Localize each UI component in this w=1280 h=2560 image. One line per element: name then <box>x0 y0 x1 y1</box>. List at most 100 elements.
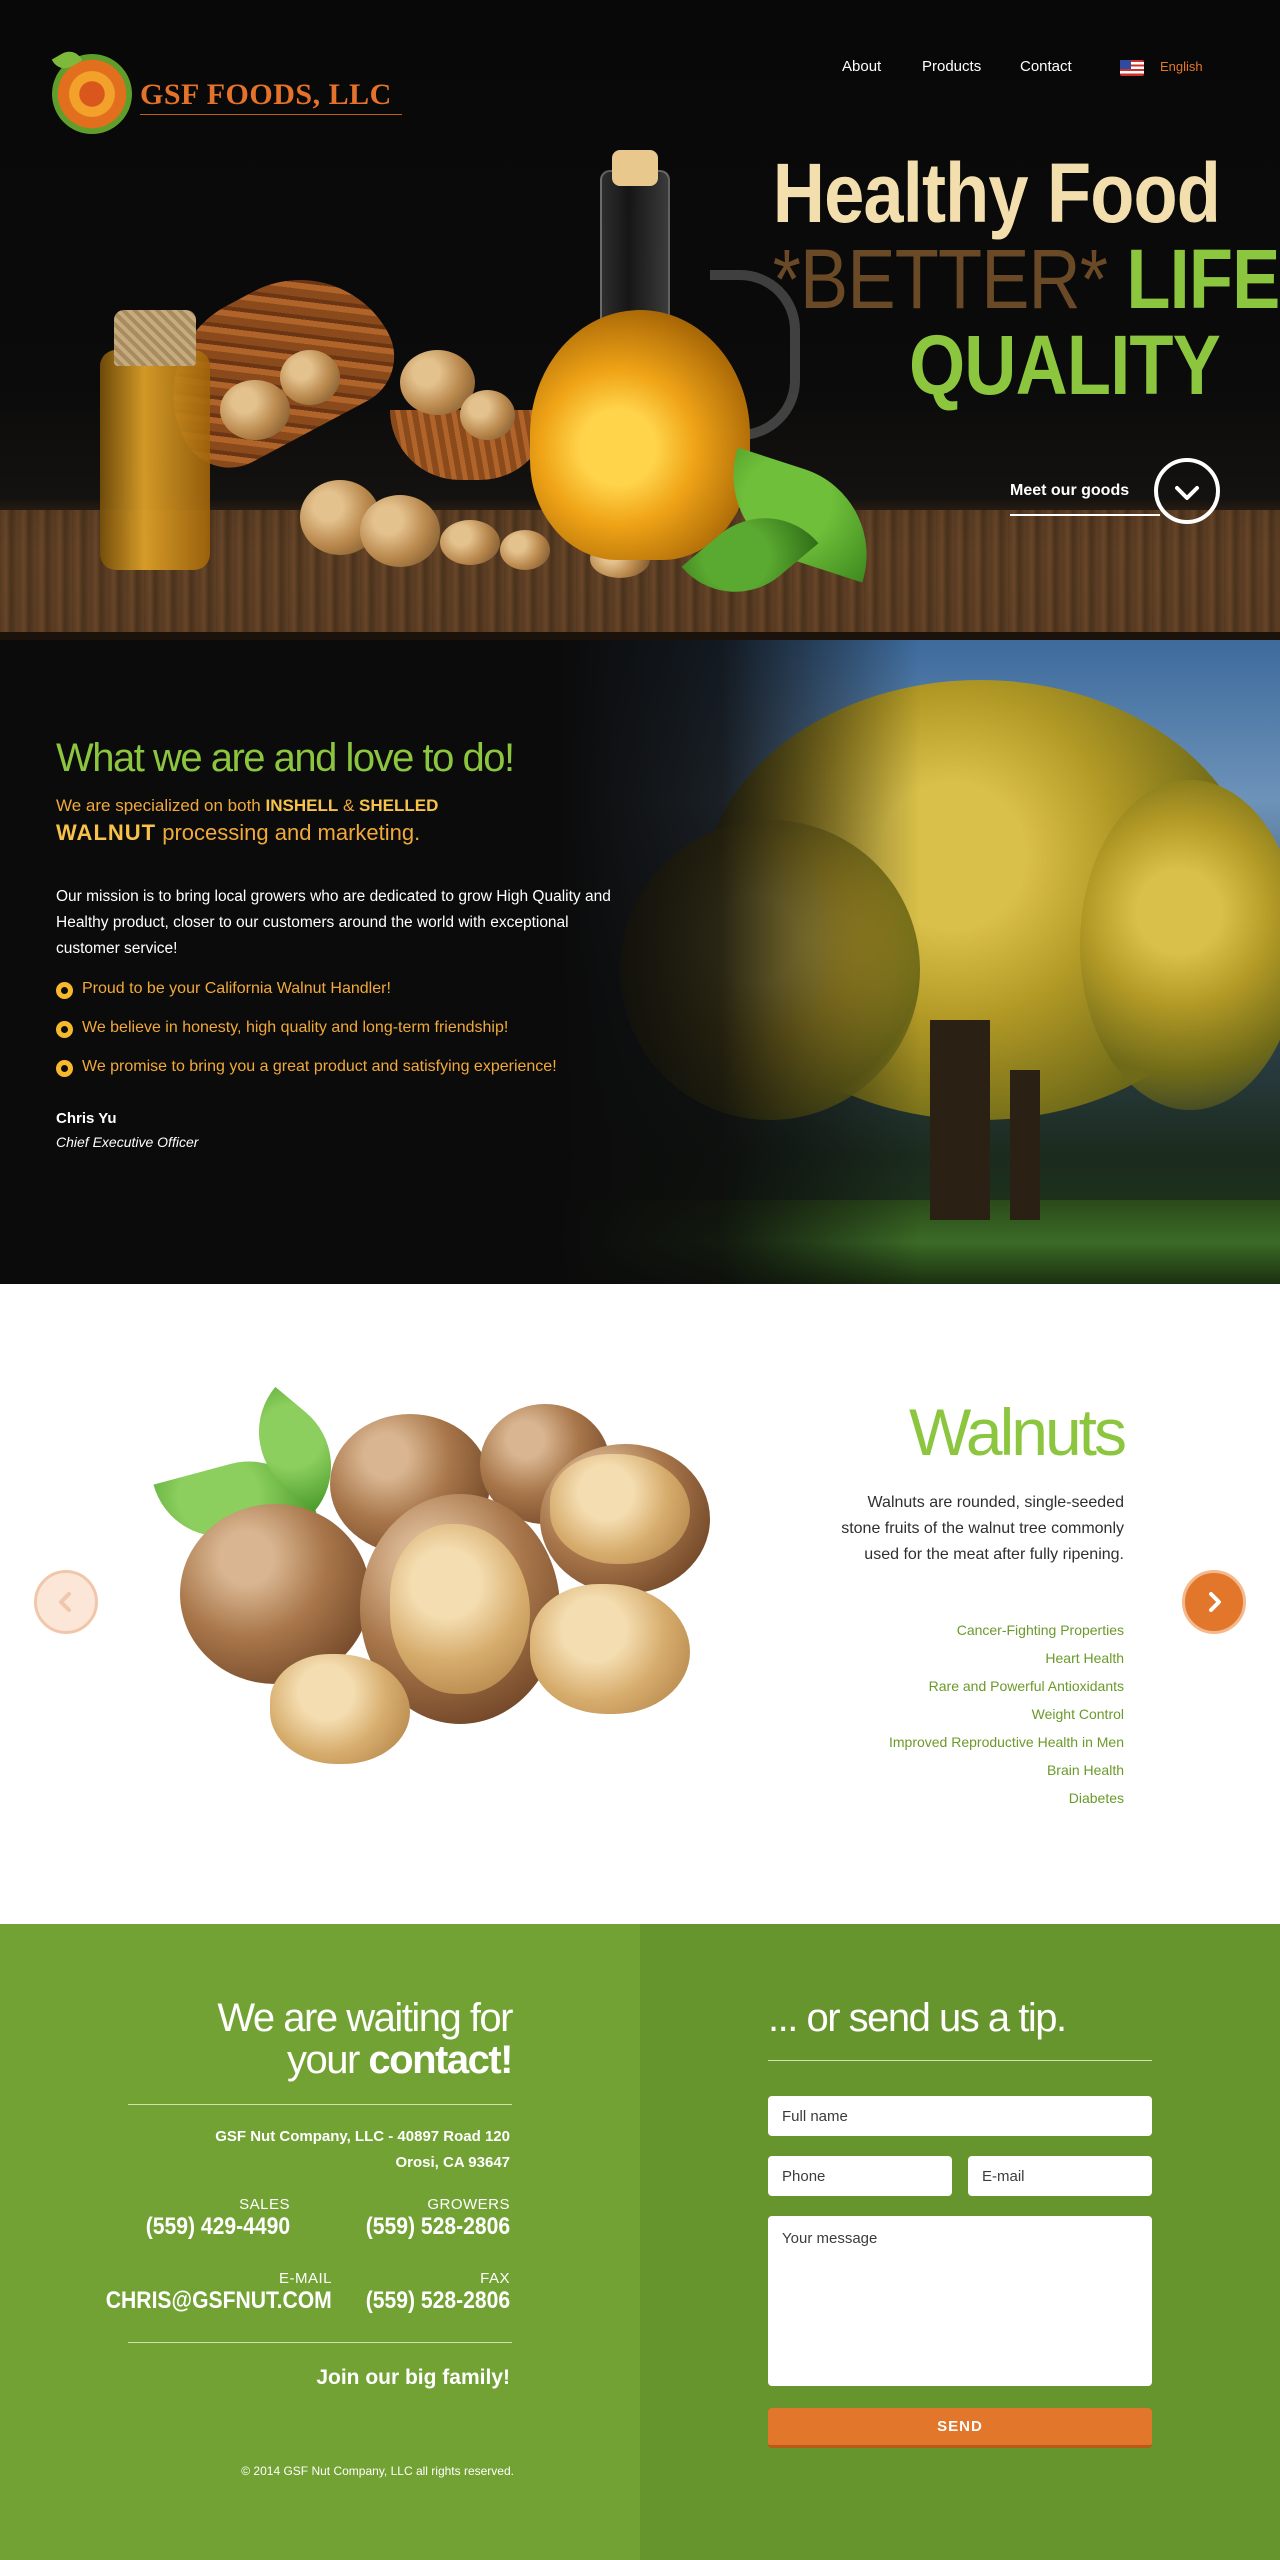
hero-section: GSF FOODS, LLC About Products Contact En… <box>0 0 1280 640</box>
growers-contact: GROWERS (559) 528-2806 <box>346 2196 510 2241</box>
hero-headline: Healthy Food *BETTER* LIFE QUALITY <box>772 146 1280 412</box>
bullet-text: Proud to be your California Walnut Handl… <box>82 980 391 997</box>
email-label: E-MAIL <box>278 2270 332 2287</box>
walnut <box>280 350 340 405</box>
tip-form-panel: ... or send us a tip. SEND <box>640 1924 1280 2560</box>
brand-logo[interactable]: GSF FOODS, LLC <box>51 46 402 142</box>
mission-text: Our mission is to bring local growers wh… <box>56 888 611 957</box>
walnut-kernel <box>530 1584 690 1714</box>
slider-next-button[interactable] <box>1182 1570 1246 1634</box>
lead-suffix: processing and marketing. <box>162 820 421 845</box>
fax-label: FAX <box>480 2270 510 2287</box>
headline-line1: Healthy Food <box>772 146 1221 240</box>
headline-line2: *BETTER* LIFE <box>773 236 1280 322</box>
benefit-item: Diabetes <box>1068 1790 1124 1806</box>
walnut-kernel <box>440 520 500 565</box>
benefit-item: Improved Reproductive Health in Men <box>888 1734 1124 1750</box>
contact-title-prefix: your <box>286 2038 360 2082</box>
email-input[interactable] <box>968 2156 1152 2196</box>
lead-shelled: SHELLED <box>359 796 439 815</box>
honey-jar <box>100 310 210 570</box>
benefit-item: Brain Health <box>1046 1762 1124 1778</box>
benefit-item: Cancer-Fighting Properties <box>956 1622 1124 1638</box>
nav-about[interactable]: About <box>842 58 881 75</box>
bottle-neck <box>600 170 670 330</box>
dark-fade-overlay <box>560 640 920 1284</box>
about-title: What we are and love to do! <box>56 736 515 780</box>
email-address[interactable]: CHRIS@GSFNUT.COM <box>106 2287 332 2315</box>
send-button[interactable]: SEND <box>768 2408 1152 2448</box>
walnut <box>360 495 440 567</box>
benefit-item: Weight Control <box>1031 1706 1124 1722</box>
bullet-circle-icon <box>56 982 73 999</box>
fax-number: (559) 528-2806 <box>365 2287 510 2314</box>
contact-title-line2: your contact! <box>286 2038 513 2083</box>
cta-label: Meet our goods <box>1010 482 1130 499</box>
list-item: Proud to be your California Walnut Handl… <box>56 980 656 1019</box>
walnut <box>220 380 290 440</box>
product-title: Walnuts <box>909 1395 1127 1469</box>
contact-title-bold: contact <box>368 2038 501 2082</box>
sales-phone[interactable]: (559) 429-4490 <box>146 2213 290 2241</box>
lead-prefix: We are specialized on both <box>56 796 261 815</box>
sales-label: SALES <box>239 2196 290 2213</box>
divider <box>768 2060 1152 2061</box>
address-line1: GSF Nut Company, LLC - 40897 Road 120 <box>215 2128 510 2145</box>
slider-prev-button[interactable] <box>34 1570 98 1634</box>
benefit-item: Heart Health <box>1045 1650 1124 1666</box>
walnuts-image <box>150 1386 730 1804</box>
divider <box>128 2342 512 2343</box>
fax-contact: FAX (559) 528-2806 <box>346 2270 510 2315</box>
cta-underline <box>1010 514 1160 516</box>
join-family-text: Join our big family! <box>316 2366 510 2389</box>
message-textarea[interactable] <box>768 2216 1152 2386</box>
walnut-kernel <box>550 1454 690 1564</box>
chevron-down-icon[interactable] <box>1154 458 1220 524</box>
about-lead-line2: WALNUT processing and marketing. <box>56 820 420 846</box>
meet-our-goods-button[interactable]: Meet our goods <box>1010 458 1220 526</box>
list-item: We promise to bring you a great product … <box>56 1058 656 1097</box>
oil-bottle <box>530 310 750 560</box>
about-section: What we are and love to do! We are speci… <box>0 640 1280 1284</box>
contact-section: We are waiting for your contact! GSF Nut… <box>0 1924 1280 2560</box>
contact-info-panel: We are waiting for your contact! GSF Nut… <box>0 1924 640 2560</box>
fullname-input[interactable] <box>768 2096 1152 2136</box>
lead-amp: & <box>342 796 355 815</box>
benefit-item: Rare and Powerful Antioxidants <box>928 1678 1124 1694</box>
about-bullets: Proud to be your California Walnut Handl… <box>56 980 656 1097</box>
headline-better: *BETTER* <box>772 232 1108 326</box>
phone-input[interactable] <box>768 2156 952 2196</box>
product-benefits: Cancer-Fighting Properties Heart Health … <box>724 1616 1124 1812</box>
us-flag-icon[interactable] <box>1120 60 1144 76</box>
tree-trunk <box>930 1020 990 1220</box>
table-edge <box>0 632 1280 640</box>
about-lead-line1: We are specialized on both INSHELL & SHE… <box>56 796 438 816</box>
sales-contact: SALES (559) 429-4490 <box>126 2196 290 2241</box>
divider <box>128 2104 512 2105</box>
tip-form-title: ... or send us a tip. <box>768 1996 1067 2040</box>
nav-products[interactable]: Products <box>922 58 981 75</box>
headline-life: LIFE <box>1126 232 1280 326</box>
bullet-circle-icon <box>56 1060 73 1077</box>
walnut <box>460 390 515 440</box>
tree-trunk <box>1010 1070 1040 1220</box>
growers-label: GROWERS <box>427 2196 510 2213</box>
bullet-text: We promise to bring you a great product … <box>82 1058 557 1075</box>
copyright: © 2014 GSF Nut Company, LLC all rights r… <box>241 2464 514 2478</box>
nav-contact[interactable]: Contact <box>1020 58 1072 75</box>
bullet-text: We believe in honesty, high quality and … <box>82 1019 509 1036</box>
contact-title-line1: We are waiting for <box>217 1996 513 2040</box>
lead-inshell: INSHELL <box>265 796 339 815</box>
bottle-cork <box>612 150 658 186</box>
growers-phone[interactable]: (559) 528-2806 <box>366 2213 510 2241</box>
walnut-kernel <box>270 1654 410 1764</box>
lead-walnut: WALNUT <box>56 820 157 845</box>
bullet-circle-icon <box>56 1021 73 1038</box>
walnut-kernel <box>500 530 550 570</box>
language-selector[interactable]: English <box>1160 59 1203 74</box>
headline-line3: QUALITY <box>908 318 1221 412</box>
chevron-right-icon <box>1209 1592 1221 1612</box>
signature-name: Chris Yu <box>56 1110 117 1127</box>
contact-title-suffix: ! <box>500 2038 513 2082</box>
brand-name: GSF FOODS, LLC <box>140 78 392 111</box>
